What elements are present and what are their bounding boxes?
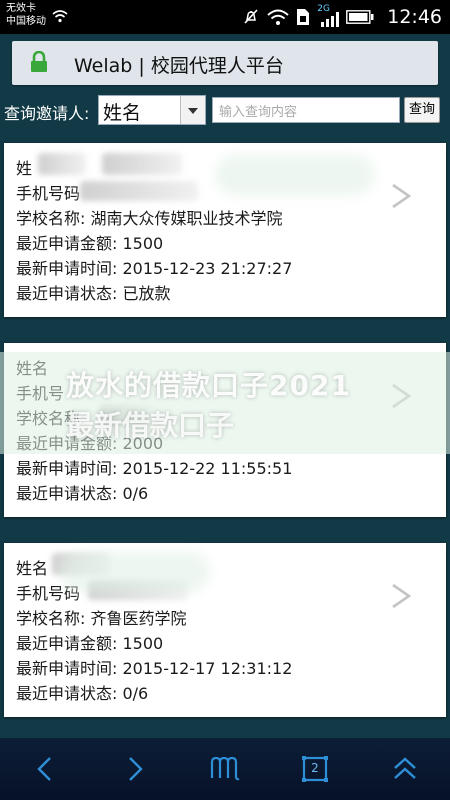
- name-row: 姓名: [16, 555, 48, 579]
- carrier-info: 无效卡 中国移动: [6, 2, 46, 28]
- amount-row: 最近申请金额: 2000: [16, 434, 164, 453]
- battery-icon: [346, 10, 374, 24]
- carrier-line2: 中国移动: [6, 16, 46, 27]
- status-row: 最近申请状态: 0/6: [16, 684, 149, 703]
- smear-overlay: [215, 155, 375, 195]
- time-row: 最新申请时间: 2015-12-23 21:27:27: [16, 259, 293, 278]
- query-input[interactable]: 输入查询内容: [212, 97, 400, 123]
- wifi-signal-icon: [52, 10, 68, 23]
- cell-signal-icon: [321, 12, 340, 27]
- bottom-nav: 2: [0, 738, 450, 800]
- chevron-down-icon: [188, 108, 198, 114]
- back-arrow-icon[interactable]: [28, 752, 62, 786]
- carrier-line1: 无效卡: [6, 3, 36, 14]
- query-type-value: 姓名: [103, 102, 142, 124]
- name-row: 姓名: [16, 355, 48, 379]
- chevron-right-icon[interactable]: [390, 381, 412, 411]
- chevron-right-icon[interactable]: [390, 581, 412, 611]
- query-label: 查询邀请人:: [4, 104, 90, 123]
- page-title: Welab | 校园代理人平台: [74, 55, 284, 77]
- query-button[interactable]: 查询: [404, 97, 440, 123]
- query-bar: 查询邀请人: 姓名 输入查询内容 查询: [0, 92, 450, 128]
- time-row: 最新申请时间: 2015-12-17 12:31:12: [16, 659, 293, 678]
- tabs-button[interactable]: 2: [298, 752, 332, 786]
- time-row: 最新申请时间: 2015-12-22 11:55:51: [16, 459, 293, 478]
- chevron-right-icon[interactable]: [390, 181, 412, 211]
- cell-signal: 2G: [317, 4, 340, 27]
- dropdown-arrow[interactable]: [180, 96, 205, 124]
- status-row: 最近申请状态: 0/6: [16, 484, 149, 503]
- mute-icon: [244, 9, 258, 24]
- redacted-name: [38, 153, 86, 175]
- collapse-up-icon[interactable]: [388, 752, 422, 786]
- query-type-select[interactable]: 姓名: [98, 95, 206, 125]
- phone-label: 手机号码: [16, 184, 81, 203]
- menu-m-icon[interactable]: [208, 752, 242, 786]
- tabs-count: 2: [311, 761, 319, 775]
- status-row: 最近申请状态: 已放款: [16, 284, 171, 303]
- name-label: 姓: [16, 159, 33, 178]
- name-label: 姓名: [16, 359, 49, 378]
- forward-arrow-icon[interactable]: [118, 752, 152, 786]
- school-row: 学校名称: 湖南大众传媒职业技术学院: [16, 209, 283, 228]
- title-bar: Welab | 校园代理人平台: [12, 41, 438, 85]
- clock: 12:46: [387, 6, 442, 28]
- school-row: 学校名称: 齐鲁医药学院: [16, 609, 187, 628]
- school-row: 学校名称:: [16, 409, 86, 428]
- wifi-icon: [267, 9, 289, 25]
- smear-overlay: [60, 552, 210, 592]
- redacted-school: [100, 405, 152, 425]
- phone-label: 手机号: [16, 384, 65, 403]
- status-bar: 无效卡 中国移动 2G 12:46: [0, 0, 450, 34]
- redacted-phone: [80, 181, 198, 201]
- name-label: 姓名: [16, 559, 49, 578]
- phone-row: 手机号码: [16, 180, 80, 204]
- redacted-name: [102, 153, 182, 175]
- name-row: 姓: [16, 155, 32, 179]
- sim-card-icon: [297, 9, 310, 25]
- status-icons: 2G 12:46: [242, 4, 442, 29]
- applicant-card[interactable]: 姓名 手机号 学校名称: 最近申请金额: 2000 最新申请时间: 2015-1…: [4, 343, 446, 517]
- phone-row: 手机号: [16, 380, 64, 404]
- amount-row: 最近申请金额: 1500: [16, 234, 164, 253]
- lock-icon: [31, 51, 47, 72]
- amount-row: 最近申请金额: 1500: [16, 634, 164, 653]
